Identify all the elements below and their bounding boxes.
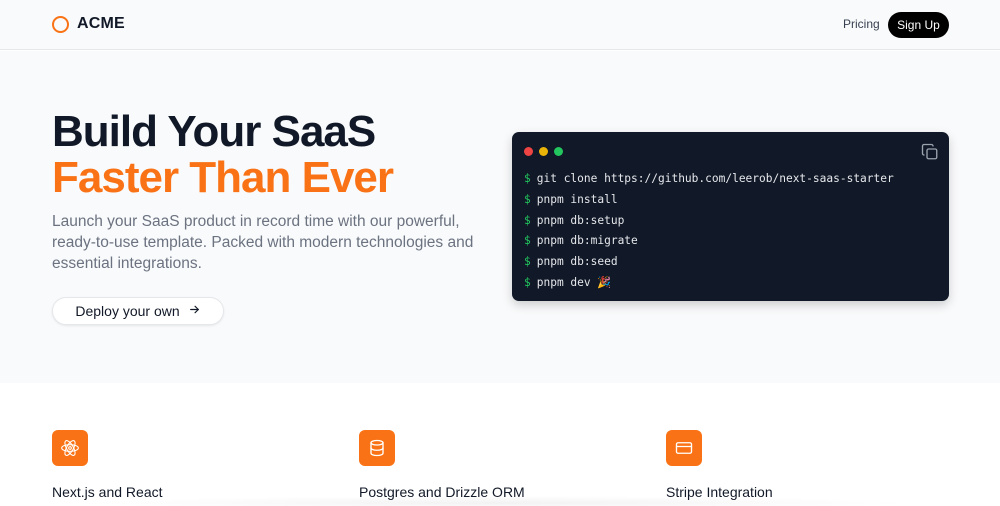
feature-stripe: Stripe Integration [666, 430, 773, 500]
close-dot-icon [524, 147, 533, 156]
feature-nextjs: Next.js and React [52, 430, 163, 500]
credit-card-icon [666, 430, 702, 466]
feature-title: Stripe Integration [666, 484, 773, 500]
copy-icon[interactable] [921, 143, 939, 161]
terminal-window: $ git clone https://github.com/leerob/nex… [512, 132, 949, 301]
prompt-symbol: $ [524, 192, 531, 206]
hero-title-line1: Build Your SaaS [52, 107, 376, 156]
window-controls [524, 147, 563, 156]
feature-title: Postgres and Drizzle ORM [359, 484, 525, 500]
prompt-symbol: $ [524, 234, 531, 248]
brand-logo[interactable]: ACME [52, 15, 125, 33]
terminal-code: $ git clone https://github.com/leerob/nex… [524, 169, 894, 294]
sign-up-button[interactable]: Sign Up [888, 12, 949, 38]
ring-logo-icon [52, 15, 69, 33]
brand-name: ACME [77, 15, 125, 32]
terminal-line: $ pnpm dev 🎉 [524, 275, 612, 289]
prompt-symbol: $ [524, 255, 531, 269]
features-section: Next.js and React Postgres and Drizzle O… [0, 383, 1000, 506]
deploy-button-label: Deploy your own [75, 303, 180, 319]
terminal-line: $ pnpm install [524, 192, 618, 206]
hero-section: Build Your SaaS Faster Than Ever Launch … [0, 51, 1000, 383]
hero-title: Build Your SaaS Faster Than Ever [52, 107, 394, 202]
minimize-dot-icon [539, 147, 548, 156]
terminal-line: $ pnpm db:setup [524, 213, 625, 227]
prompt-symbol: $ [524, 172, 531, 185]
feature-postgres: Postgres and Drizzle ORM [359, 430, 525, 500]
terminal-line: $ pnpm db:migrate [524, 234, 638, 248]
maximize-dot-icon [554, 147, 563, 156]
terminal-line: $ git clone https://github.com/leerob/nex… [524, 172, 894, 185]
arrow-right-icon [188, 303, 201, 319]
deploy-your-own-button[interactable]: Deploy your own [52, 297, 224, 325]
feature-title: Next.js and React [52, 484, 163, 500]
hero-description: Launch your SaaS product in record time … [52, 213, 474, 272]
prompt-symbol: $ [524, 275, 531, 289]
prompt-symbol: $ [524, 213, 531, 227]
react-atom-icon [52, 430, 88, 466]
hero-title-line2: Faster Than Ever [52, 153, 394, 202]
nav-link-pricing[interactable]: Pricing [843, 17, 880, 31]
database-icon [359, 430, 395, 466]
terminal-line: $ pnpm db:seed [524, 255, 618, 269]
site-header: ACME Pricing Sign Up [0, 0, 1000, 50]
